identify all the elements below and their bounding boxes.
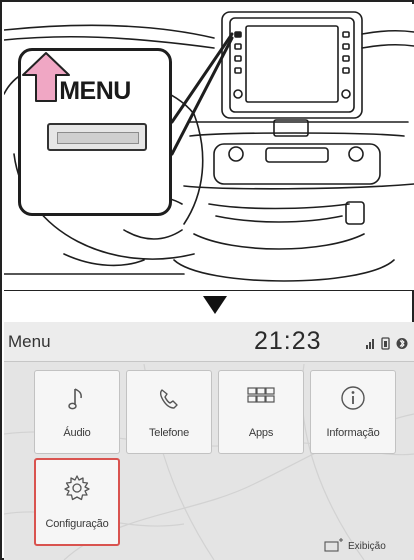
tile-settings[interactable]: Configuração (34, 458, 120, 546)
screen-title: Menu (8, 332, 51, 351)
status-icons (366, 337, 408, 350)
battery-icon (381, 337, 390, 350)
section-divider (4, 290, 414, 291)
figure-frame: MENU Menu 21:23 Áudio Telefone Apps Info… (0, 0, 414, 560)
bluetooth-icon (396, 338, 408, 349)
tile-label: Áudio (63, 427, 91, 439)
menu-screen: Menu 21:23 Áudio Telefone Apps Informaçã… (4, 322, 414, 560)
menu-hardware-button[interactable] (47, 123, 147, 151)
info-icon (311, 385, 395, 413)
signal-icon (366, 339, 374, 349)
tile-apps[interactable]: Apps (218, 370, 304, 454)
menu-callout: MENU (18, 48, 172, 216)
tile-label: Informação (326, 427, 380, 439)
settings-gear-icon (36, 474, 118, 502)
tile-phone[interactable]: Telefone (126, 370, 212, 454)
tile-label: Telefone (149, 427, 189, 439)
clock: 21:23 (254, 327, 322, 355)
display-icon (324, 538, 343, 552)
display-button[interactable]: Exibição (324, 538, 412, 558)
press-arrow-icon (22, 52, 70, 102)
tile-audio[interactable]: Áudio (34, 370, 120, 454)
tile-label: Apps (248, 427, 274, 439)
tile-information[interactable]: Informação (310, 370, 396, 454)
dashboard-illustration: MENU (4, 4, 414, 290)
apps-grid-icon (219, 385, 303, 413)
music-note-icon (35, 385, 119, 413)
tile-label: Configuração (45, 518, 109, 530)
phone-icon (127, 385, 211, 413)
display-button-label: Exibição (348, 541, 386, 552)
down-triangle-icon (203, 296, 227, 314)
status-bar: Menu 21:23 (4, 322, 414, 362)
